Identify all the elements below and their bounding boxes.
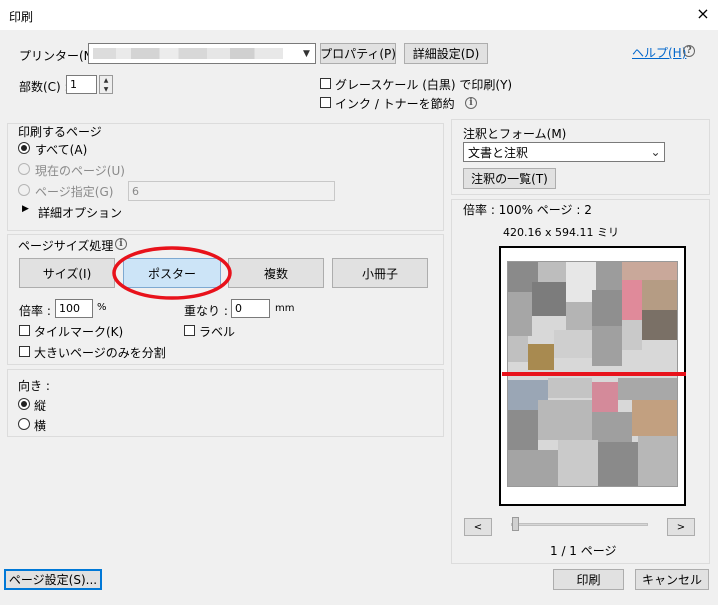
pages-range-input[interactable]: 6 <box>128 181 335 201</box>
properties-button[interactable]: プロパティ(P) <box>320 43 396 64</box>
chevron-down-icon[interactable]: ▼ <box>100 85 112 94</box>
highlight-ellipse <box>112 246 232 300</box>
tile-marks-checkbox[interactable] <box>19 325 30 336</box>
poster-cut-line <box>502 372 686 376</box>
page-slider-track[interactable] <box>511 523 648 526</box>
grayscale-checkbox[interactable] <box>320 78 331 89</box>
expand-arrow-icon[interactable]: ▶ <box>22 204 29 214</box>
window-title: 印刷 <box>9 10 34 24</box>
large-pages-label: 大きいページのみを分割 <box>34 346 166 360</box>
printer-name-blurred <box>93 48 283 59</box>
help-link[interactable]: ヘルプ(H) <box>632 44 686 61</box>
pages-group-title: 印刷するページ <box>18 125 102 139</box>
pages-current-radio[interactable] <box>18 163 30 175</box>
pages-current-label: 現在のページ(U) <box>35 164 125 178</box>
size-button[interactable]: サイズ(I) <box>19 258 115 288</box>
help-icon[interactable]: ? <box>683 45 695 57</box>
annotations-group-title: 注釈とフォーム(M) <box>463 127 567 141</box>
overlap-unit: mm <box>275 303 295 314</box>
overlap-input[interactable]: 0 <box>231 299 270 318</box>
grayscale-label: グレースケール (白黒) で印刷(Y) <box>335 78 513 92</box>
preview-scale-text: 倍率 : 100% ページ : 2 <box>463 203 592 217</box>
pages-range-label: ページ指定(G) <box>35 185 114 199</box>
labels-checkbox[interactable] <box>184 325 195 336</box>
chevron-up-icon[interactable]: ▲ <box>100 76 112 85</box>
print-button[interactable]: 印刷 <box>553 569 624 590</box>
annotations-select[interactable]: 文書と注釈 ⌄ <box>463 142 665 162</box>
prev-page-button[interactable]: < <box>464 518 492 536</box>
cancel-button[interactable]: キャンセル <box>635 569 709 590</box>
booklet-button[interactable]: 小冊子 <box>332 258 428 288</box>
landscape-label: 横 <box>34 419 47 433</box>
pages-all-label: すべて(A) <box>35 143 88 157</box>
page-setup-button[interactable]: ページ設定(S)... <box>4 569 102 590</box>
orientation-group-title: 向き : <box>18 379 50 393</box>
portrait-label: 縦 <box>34 399 47 413</box>
copies-label: 部数(C) : <box>19 80 69 94</box>
annotations-summary-button[interactable]: 注釈の一覧(T) <box>463 168 556 189</box>
scale-input[interactable]: 100 <box>55 299 93 318</box>
labels-label: ラベル <box>199 325 236 339</box>
page-count-text: 1 / 1 ページ <box>550 544 617 558</box>
chevron-down-icon: ▼ <box>303 48 310 59</box>
next-page-button[interactable]: > <box>667 518 695 536</box>
info-icon[interactable]: i <box>465 97 477 109</box>
copies-stepper[interactable]: ▲ ▼ <box>99 75 113 94</box>
copies-input[interactable]: 1 <box>66 75 97 94</box>
more-options-toggle[interactable]: 詳細オプション <box>38 204 122 221</box>
orientation-group <box>7 369 444 437</box>
scale-unit: % <box>97 302 107 313</box>
title-bar <box>0 0 718 30</box>
close-icon[interactable]: × <box>692 3 714 25</box>
preview-size-text: 420.16 x 594.11 ミリ <box>503 226 619 239</box>
portrait-radio[interactable] <box>18 398 30 410</box>
save-ink-label: インク / トナーを節約 <box>335 97 455 111</box>
overlap-label: 重なり : <box>184 304 228 318</box>
printer-select[interactable]: ▼ <box>88 43 316 64</box>
pages-range-radio[interactable] <box>18 184 30 196</box>
save-ink-checkbox[interactable] <box>320 97 331 108</box>
advanced-button[interactable]: 詳細設定(D) <box>404 43 488 64</box>
sizing-group-title: ページサイズ処理 <box>18 239 114 253</box>
tile-marks-label: タイルマーク(K) <box>34 325 124 339</box>
pages-all-radio[interactable] <box>18 142 30 154</box>
annotations-selected-value: 文書と注釈 <box>468 145 529 160</box>
landscape-radio[interactable] <box>18 418 30 430</box>
large-pages-checkbox[interactable] <box>19 346 30 357</box>
chevron-down-icon: ⌄ <box>650 145 661 159</box>
multiple-button[interactable]: 複数 <box>228 258 324 288</box>
page-slider-thumb[interactable] <box>512 517 519 531</box>
scale-label: 倍率 : <box>19 304 51 318</box>
